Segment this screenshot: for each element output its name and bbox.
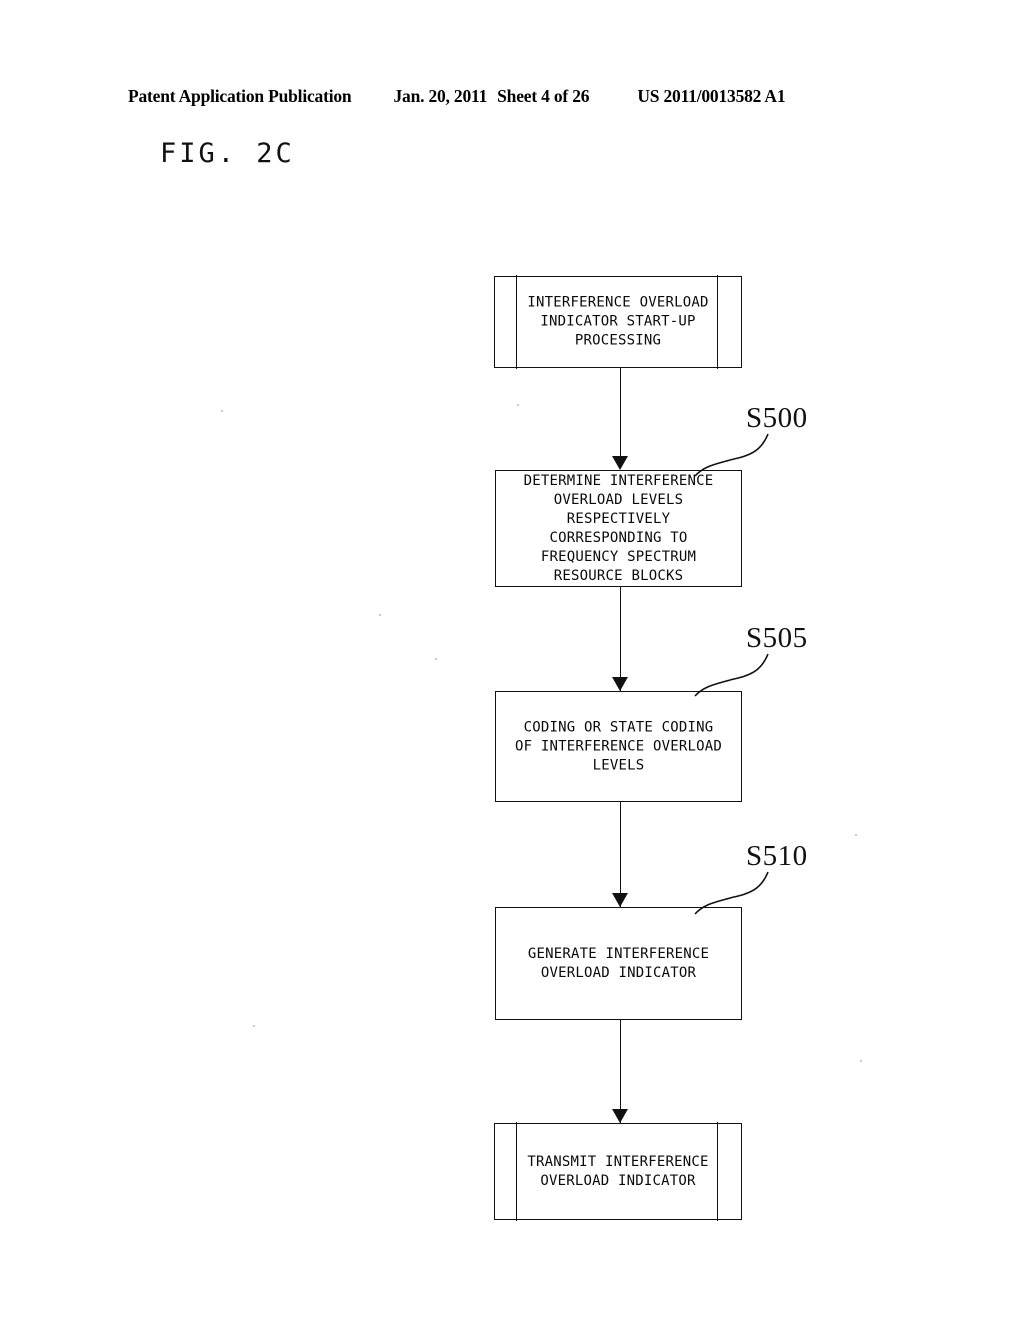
step-label-s510: S510 bbox=[746, 840, 808, 872]
scan-speck bbox=[855, 834, 857, 836]
step-label-s500: S500 bbox=[746, 402, 808, 434]
flow-node-start: INTERFERENCE OVERLOAD INDICATOR START-UP… bbox=[494, 275, 742, 369]
flow-node-coding: CODING OR STATE CODING OF INTERFERENCE O… bbox=[495, 691, 742, 802]
scan-speck bbox=[435, 658, 437, 660]
flow-node-coding-label: CODING OR STATE CODING OF INTERFERENCE O… bbox=[514, 719, 723, 773]
arrowhead-generate bbox=[612, 893, 628, 907]
arrowhead-coding bbox=[612, 677, 628, 691]
connector-start-to-determine bbox=[620, 368, 621, 460]
scan-speck bbox=[517, 404, 519, 406]
patent-drawing-page: Patent Application Publication Jan. 20, … bbox=[0, 0, 1024, 1320]
scan-speck bbox=[379, 614, 381, 616]
flow-node-determine-levels: DETERMINE INTERFERENCE OVERLOAD LEVELS R… bbox=[495, 470, 742, 587]
arrowhead-determine bbox=[612, 456, 628, 470]
scan-speck bbox=[860, 1060, 862, 1062]
step-label-s505: S505 bbox=[746, 622, 808, 654]
flowchart: INTERFERENCE OVERLOAD INDICATOR START-UP… bbox=[0, 0, 1024, 1320]
flow-node-transmit-indicator-label: TRANSMIT INTERFERENCE OVERLOAD INDICATOR bbox=[527, 1153, 709, 1189]
scan-speck bbox=[221, 410, 223, 412]
flow-node-generate-indicator-label: GENERATE INTERFERENCE OVERLOAD INDICATOR bbox=[527, 945, 710, 981]
arrowhead-transmit bbox=[612, 1109, 628, 1123]
flow-node-generate-indicator: GENERATE INTERFERENCE OVERLOAD INDICATOR bbox=[495, 907, 742, 1020]
scan-speck bbox=[253, 1025, 255, 1027]
flow-node-start-label: INTERFERENCE OVERLOAD INDICATOR START-UP… bbox=[527, 294, 709, 349]
flow-node-determine-levels-label: DETERMINE INTERFERENCE OVERLOAD LEVELS R… bbox=[523, 472, 714, 584]
flow-node-transmit-indicator: TRANSMIT INTERFERENCE OVERLOAD INDICATOR bbox=[494, 1122, 742, 1221]
